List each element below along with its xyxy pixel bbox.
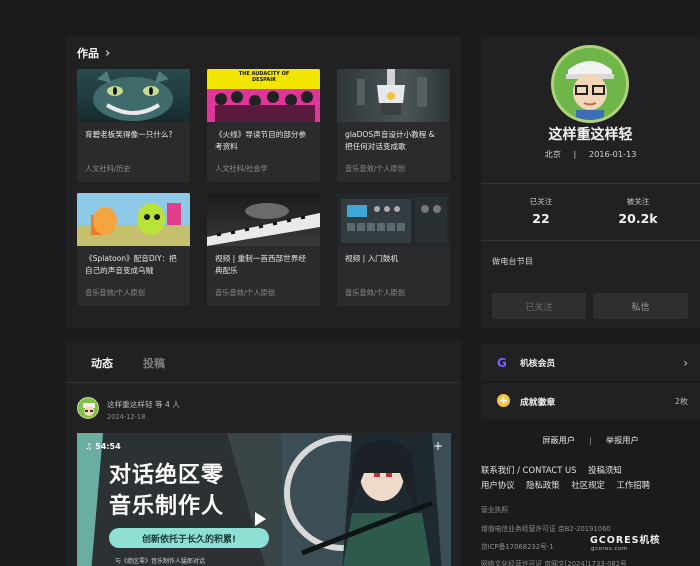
post-date: 2024-12-18 (107, 413, 146, 421)
anime-character-illustration (282, 433, 451, 566)
footer-link-submission[interactable]: 投稿须知 (588, 465, 622, 475)
work-card-title: 视频 | 重制一首西部世界经典配乐 (215, 254, 306, 275)
works-title: 作品 (77, 47, 99, 60)
video-title-line2: 音乐制作人 (109, 494, 225, 519)
badges-count: 2枚 (674, 397, 688, 406)
feed-panel: 动态 投稿 这样重这样轻 等 4 人 2024-12-18 ♫ 54:54 对话… (66, 341, 461, 566)
followers-stat[interactable]: 被关注 20.2k (598, 196, 678, 226)
footer-link-privacy[interactable]: 隐私政策 (526, 480, 560, 490)
profile-avatar[interactable] (551, 45, 629, 123)
divider (481, 240, 700, 241)
video-duration: ♫ 54:54 (85, 442, 121, 451)
work-card[interactable]: 视频 | 重制一首西部世界经典配乐 音乐音效/个人原创 (207, 193, 320, 306)
user-actions: 屏蔽用户 | 举报用户 (481, 427, 700, 453)
badges-row[interactable]: 成就徽章 2枚 (481, 383, 700, 420)
badge-icon (497, 393, 510, 410)
gcores-logo: GCORES机核 (590, 535, 661, 546)
video-title-line1: 对话绝区零 (109, 463, 225, 488)
work-card[interactable]: THE AUDACITY OF DESPAIR 《火线》导读节目的部分参考资料 … (207, 69, 320, 182)
video-card[interactable]: ♫ 54:54 对话绝区零 音乐制作人 创新依托于长久的积累! 与《绝区零》音乐… (77, 433, 451, 566)
footer-link-jobs[interactable]: 工作招聘 (617, 480, 651, 490)
work-card-category: 音乐音效/个人原创 (345, 288, 405, 297)
video-subtitle: 与《绝区零》音乐制作人猛郎对话 (115, 558, 206, 565)
followers-count: 20.2k (618, 211, 658, 226)
plus-icon[interactable]: + (433, 439, 443, 453)
work-card-title: 视频 | 入门鼓机 (345, 254, 398, 263)
work-card-category: 音乐音效/个人原创 (85, 288, 145, 297)
divider (481, 183, 700, 184)
profile-location-date: 北京 | 2016-01-13 (481, 148, 700, 160)
profile-name: 这样重这样轻 (548, 127, 633, 143)
work-card[interactable]: glaDOS声音设计小教程 & 把任何对话变成歌 音乐音效/个人原创 (337, 69, 450, 182)
following-stat[interactable]: 已关注 22 (501, 196, 581, 226)
work-card-title: 育碧老板笑得像一只什么? (85, 130, 173, 139)
tab-submissions[interactable]: 投稿 (143, 355, 165, 371)
profile-location: 北京 (544, 149, 561, 159)
post-author[interactable]: 这样重这样轻 等 4 人 (107, 399, 180, 410)
gladOS-thumbnail (337, 69, 450, 122)
work-card-category: 音乐音效/个人原创 (215, 288, 275, 297)
feed-tabs: 动态 投稿 (66, 341, 461, 383)
chevron-right-icon: › (105, 45, 111, 61)
report-user-link[interactable]: 举报用户 (606, 434, 639, 446)
icp-record[interactable]: 京ICP备17068232号-1 (481, 541, 554, 551)
license-title[interactable]: 营业执照 (481, 504, 508, 514)
video-band: 创新依托于长久的积累! (109, 528, 269, 548)
culture-license[interactable]: 网络文化经营许可证 京网文[2024]1733-082号 (481, 558, 627, 566)
works-header[interactable]: 作品 › (77, 45, 110, 61)
cheshire-cat-thumbnail (77, 69, 190, 122)
block-user-link[interactable]: 屏蔽用户 (542, 434, 575, 446)
works-panel: 作品 › 育碧老板笑得像一只什么? 人文社科/历史 THE AUDACITY O… (66, 36, 461, 329)
thumbnail-caption: THE AUDACITY OF DESPAIR (238, 71, 290, 83)
footer-link-agreement[interactable]: 用户协议 (481, 480, 515, 490)
badges-label: 成就徽章 (520, 398, 556, 408)
profile-bio: 做电台节目 (492, 256, 533, 266)
profile-panel: 这样重这样轻 北京 | 2016-01-13 已关注 22 被关注 20.2k … (481, 36, 700, 329)
work-card-category: 人文社科/历史 (85, 164, 131, 173)
play-icon[interactable] (255, 512, 266, 526)
the-audacity-of-despair-thumbnail: THE AUDACITY OF DESPAIR (207, 69, 320, 122)
work-card-title: 《Splatoon》配音DIY：把自己的声音变成乌贼 (85, 254, 177, 275)
gcores-domain: gcores.com (591, 546, 628, 552)
tab-activity[interactable]: 动态 (91, 355, 113, 371)
drum-machine-thumbnail (337, 193, 450, 246)
message-button[interactable]: 私信 (593, 293, 688, 319)
work-card-title: 《火线》导读节目的部分参考资料 (215, 130, 307, 151)
work-card-category: 音乐音效/个人原创 (345, 164, 405, 173)
chevron-right-icon: › (683, 355, 688, 370)
music-note-icon: ♫ (85, 442, 93, 451)
member-label: 机核会员 (520, 359, 556, 369)
member-row[interactable]: G 机核会员 › (481, 344, 700, 381)
footer-link-contact[interactable]: 联系我们 / CONTACT US (481, 465, 576, 475)
video-cover: ♫ 54:54 对话绝区零 音乐制作人 创新依托于长久的积累! 与《绝区零》音乐… (77, 433, 307, 566)
gcores-member-icon: G (497, 355, 507, 370)
follow-button[interactable]: 已关注 (492, 293, 586, 319)
piano-thumbnail (207, 193, 320, 246)
work-card-title: glaDOS声音设计小教程 & 把任何对话变成歌 (345, 130, 435, 151)
work-card[interactable]: 育碧老板笑得像一只什么? 人文社科/历史 (77, 69, 190, 182)
video-duration-text: 54:54 (95, 442, 121, 451)
splatoon-thumbnail (77, 193, 190, 246)
footer-link-rules[interactable]: 社区规定 (571, 480, 605, 490)
work-card-category: 人文社科/社会学 (215, 164, 268, 173)
separator: | (573, 149, 577, 159)
feed-post-header: 这样重这样轻 等 4 人 2024-12-18 (77, 397, 180, 421)
avatar[interactable] (77, 397, 99, 419)
following-count: 22 (532, 211, 550, 226)
separator: | (589, 435, 592, 445)
profile-joined: 2016-01-13 (588, 149, 637, 159)
work-card[interactable]: 视频 | 入门鼓机 音乐音效/个人原创 (337, 193, 450, 306)
following-label: 已关注 (529, 197, 553, 206)
work-card[interactable]: 《Splatoon》配音DIY：把自己的声音变成乌贼 音乐音效/个人原创 (77, 193, 190, 306)
followers-label: 被关注 (626, 197, 650, 206)
footer-links: 联系我们 / CONTACT US 投稿须知 用户协议 隐私政策 社区规定 工作… (481, 463, 700, 493)
